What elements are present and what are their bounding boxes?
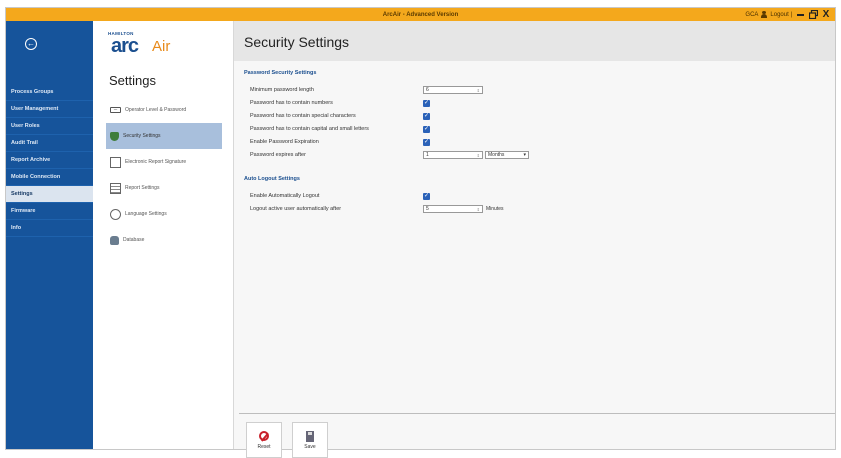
hamilton-arcair-logo: HAMILTON arc Air <box>108 31 218 65</box>
report-icon <box>110 182 121 194</box>
settings-item-security[interactable]: Security Settings <box>106 123 222 149</box>
app-window: ArcAir - Advanced Version GCA Logout | X… <box>5 7 836 458</box>
letter-case-checkbox[interactable]: ✓ <box>423 125 430 133</box>
footer-divider <box>239 413 835 414</box>
save-button[interactable]: Save <box>292 422 328 458</box>
language-icon <box>110 208 121 220</box>
sidebar-item-user-roles[interactable]: User Roles <box>6 118 93 135</box>
expiration-label: Enable Password Expiration <box>250 139 319 145</box>
logo-air-text: Air <box>152 38 171 55</box>
reset-icon <box>259 430 269 441</box>
sidebar-item-process-groups[interactable]: Process Groups <box>6 84 93 101</box>
stepper-value: 1 <box>426 152 429 158</box>
password-section-title: Password Security Settings <box>244 70 317 76</box>
expires-after-label: Password expires after <box>250 152 306 158</box>
settings-item-label: Security Settings <box>123 133 161 139</box>
restore-icon <box>808 10 818 19</box>
current-user: GCA <box>745 11 759 18</box>
logout-after-stepper[interactable]: 5 ⇕ <box>423 205 483 213</box>
page-title: Security Settings <box>244 34 350 50</box>
title-bar: ArcAir - Advanced Version GCA Logout | X <box>6 8 835 21</box>
settings-panel: HAMILTON arc Air Settings *** Operator L… <box>93 21 234 449</box>
expiration-row: Enable Password Expiration ✓ <box>250 137 550 147</box>
stepper-arrows-icon[interactable]: ⇕ <box>477 207 480 212</box>
signature-icon <box>110 156 121 168</box>
logout-after-label: Logout active user automatically after <box>250 206 342 212</box>
logout-after-row: Logout active user automatically after 5… <box>250 204 550 214</box>
settings-item-database[interactable]: Database <box>106 227 222 253</box>
window-title: ArcAir - Advanced Version <box>382 11 459 18</box>
settings-title: Settings <box>109 73 156 88</box>
stepper-arrows-icon[interactable]: ⇕ <box>477 88 480 93</box>
close-button[interactable]: X <box>821 9 831 20</box>
expiration-checkbox[interactable]: ✓ <box>423 138 430 146</box>
sidebar-nav: Process Groups User Management User Role… <box>6 84 93 237</box>
settings-item-operator-level[interactable]: *** Operator Level & Password <box>106 97 222 123</box>
sidebar-item-firmware[interactable]: Firmware <box>6 203 93 220</box>
letter-case-row: Password has to contain capital and smal… <box>250 124 550 134</box>
user-icon <box>761 11 768 18</box>
min-length-stepper[interactable]: 6 ⇕ <box>423 86 483 94</box>
sidebar-item-settings[interactable]: Settings <box>6 186 93 203</box>
back-arrow-icon: ← <box>27 39 35 48</box>
special-chars-row: Password has to contain special characte… <box>250 111 550 121</box>
numbers-checkbox[interactable]: ✓ <box>423 99 430 107</box>
auto-logout-label: Enable Automatically Logout <box>250 193 320 199</box>
settings-item-label: Electronic Report Signature <box>125 159 187 165</box>
auto-logout-row: Enable Automatically Logout ✓ <box>250 191 550 201</box>
back-button[interactable]: ← <box>25 38 37 50</box>
main-content: Security Settings Password Security Sett… <box>234 21 835 458</box>
settings-item-label: Database <box>123 237 145 243</box>
sidebar-item-user-management[interactable]: User Management <box>6 101 93 118</box>
expires-after-stepper[interactable]: 1 ⇕ <box>423 151 483 159</box>
auto-logout-checkbox[interactable]: ✓ <box>423 192 430 200</box>
title-bar-controls: GCA Logout | X <box>745 8 831 21</box>
settings-item-language[interactable]: Language Settings <box>106 201 222 227</box>
numbers-label: Password has to contain numbers <box>250 100 333 106</box>
settings-item-label: Operator Level & Password <box>125 107 187 113</box>
logout-after-unit: Minutes <box>486 206 504 212</box>
stepper-arrows-icon[interactable]: ⇕ <box>477 153 480 158</box>
reset-label: Reset <box>257 443 271 450</box>
special-chars-checkbox[interactable]: ✓ <box>423 112 430 120</box>
main-sidebar: ← Process Groups User Management User Ro… <box>6 21 93 449</box>
sidebar-item-info[interactable]: Info <box>6 220 93 237</box>
logout-link[interactable]: Logout | <box>770 12 792 18</box>
settings-item-label: Report Settings <box>125 185 160 191</box>
password-icon: *** <box>110 107 121 113</box>
sidebar-item-mobile-connection[interactable]: Mobile Connection <box>6 169 93 186</box>
letter-case-label: Password has to contain capital and smal… <box>250 126 369 132</box>
chevron-down-icon: ▾ <box>523 152 526 158</box>
min-length-label: Minimum password length <box>250 87 314 93</box>
shield-icon <box>110 131 119 141</box>
save-icon <box>306 430 314 442</box>
page-header: Security Settings <box>234 21 835 61</box>
save-label: Save <box>304 443 316 450</box>
logo-arc-text: arc <box>111 35 139 57</box>
restore-button[interactable] <box>808 10 818 20</box>
expires-after-row: Password expires after 1 ⇕ Months ▾ <box>250 150 550 160</box>
settings-item-label: Language Settings <box>125 211 167 217</box>
logout-section-title: Auto Logout Settings <box>244 176 300 182</box>
stepper-value: 5 <box>426 206 429 212</box>
minimize-button[interactable] <box>795 10 805 20</box>
database-icon <box>110 235 119 245</box>
numbers-row: Password has to contain numbers ✓ <box>250 98 550 108</box>
min-length-row: Minimum password length 6 ⇕ <box>250 85 550 95</box>
settings-item-report-settings[interactable]: Report Settings <box>106 175 222 201</box>
settings-item-report-signature[interactable]: Electronic Report Signature <box>106 149 222 175</box>
special-chars-label: Password has to contain special characte… <box>250 113 356 119</box>
minimize-icon <box>796 13 804 16</box>
reset-button[interactable]: Reset <box>246 422 282 458</box>
sidebar-item-report-archive[interactable]: Report Archive <box>6 152 93 169</box>
stepper-value: 6 <box>426 87 429 93</box>
settings-menu: *** Operator Level & Password Security S… <box>106 97 222 253</box>
sidebar-item-audit-trail[interactable]: Audit Trail <box>6 135 93 152</box>
select-value: Months <box>488 152 505 158</box>
expires-unit-select[interactable]: Months ▾ <box>485 151 529 159</box>
